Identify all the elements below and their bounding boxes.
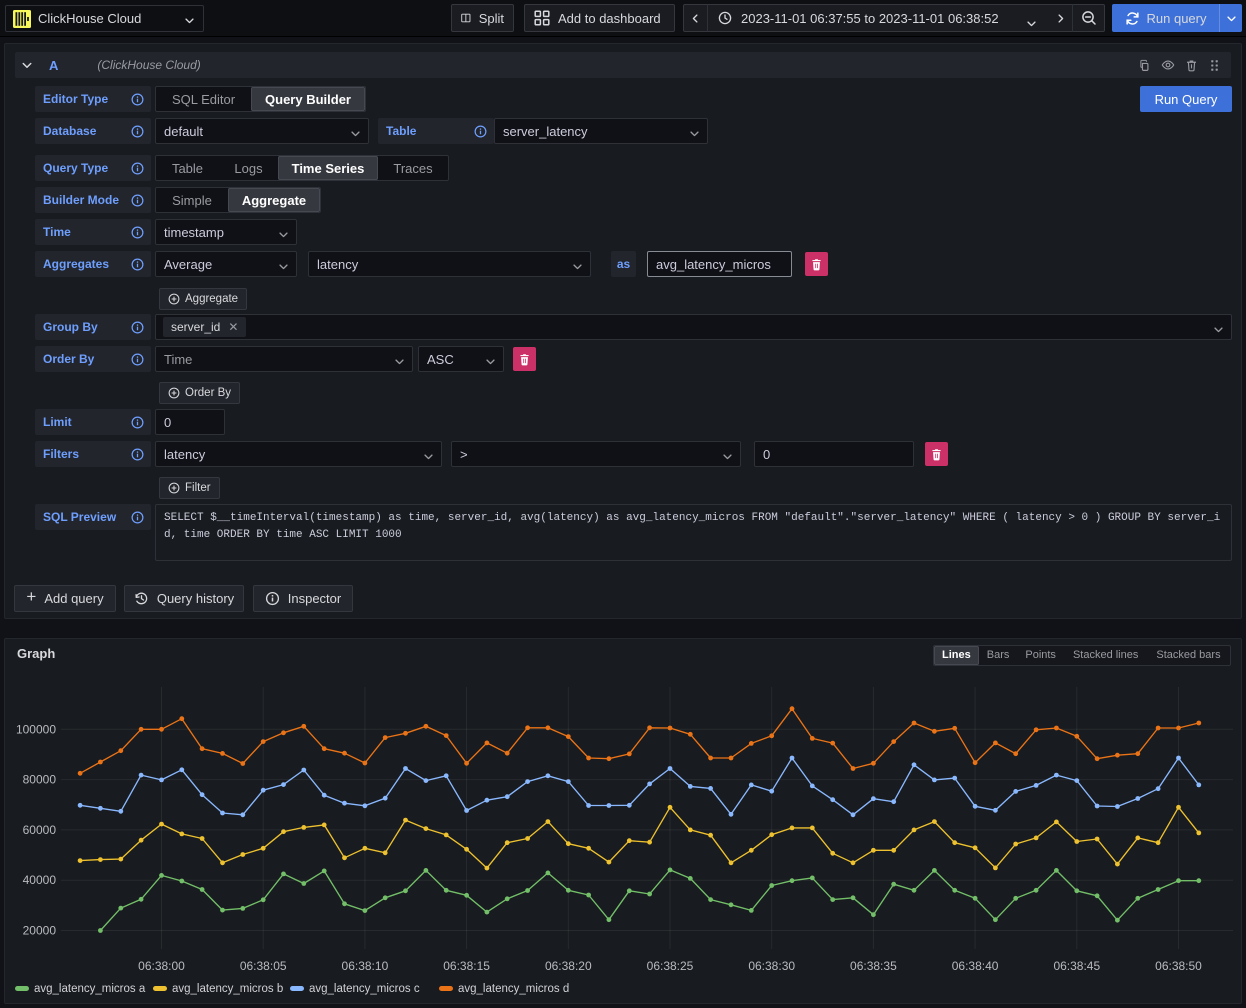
svg-text:80000: 80000 [23, 773, 57, 787]
svg-text:100000: 100000 [16, 722, 56, 736]
svg-text:06:38:25: 06:38:25 [647, 959, 694, 973]
svg-text:06:38:40: 06:38:40 [952, 959, 999, 973]
svg-text:20000: 20000 [23, 924, 57, 938]
svg-text:60000: 60000 [23, 823, 57, 837]
svg-text:06:38:00: 06:38:00 [138, 959, 185, 973]
svg-text:06:38:45: 06:38:45 [1053, 959, 1100, 973]
svg-text:06:38:10: 06:38:10 [342, 959, 389, 973]
svg-text:06:38:20: 06:38:20 [545, 959, 592, 973]
svg-text:06:38:15: 06:38:15 [443, 959, 490, 973]
svg-text:40000: 40000 [23, 873, 57, 887]
svg-text:06:38:05: 06:38:05 [240, 959, 287, 973]
svg-text:06:38:35: 06:38:35 [850, 959, 897, 973]
svg-text:06:38:50: 06:38:50 [1155, 959, 1202, 973]
svg-text:06:38:30: 06:38:30 [748, 959, 795, 973]
